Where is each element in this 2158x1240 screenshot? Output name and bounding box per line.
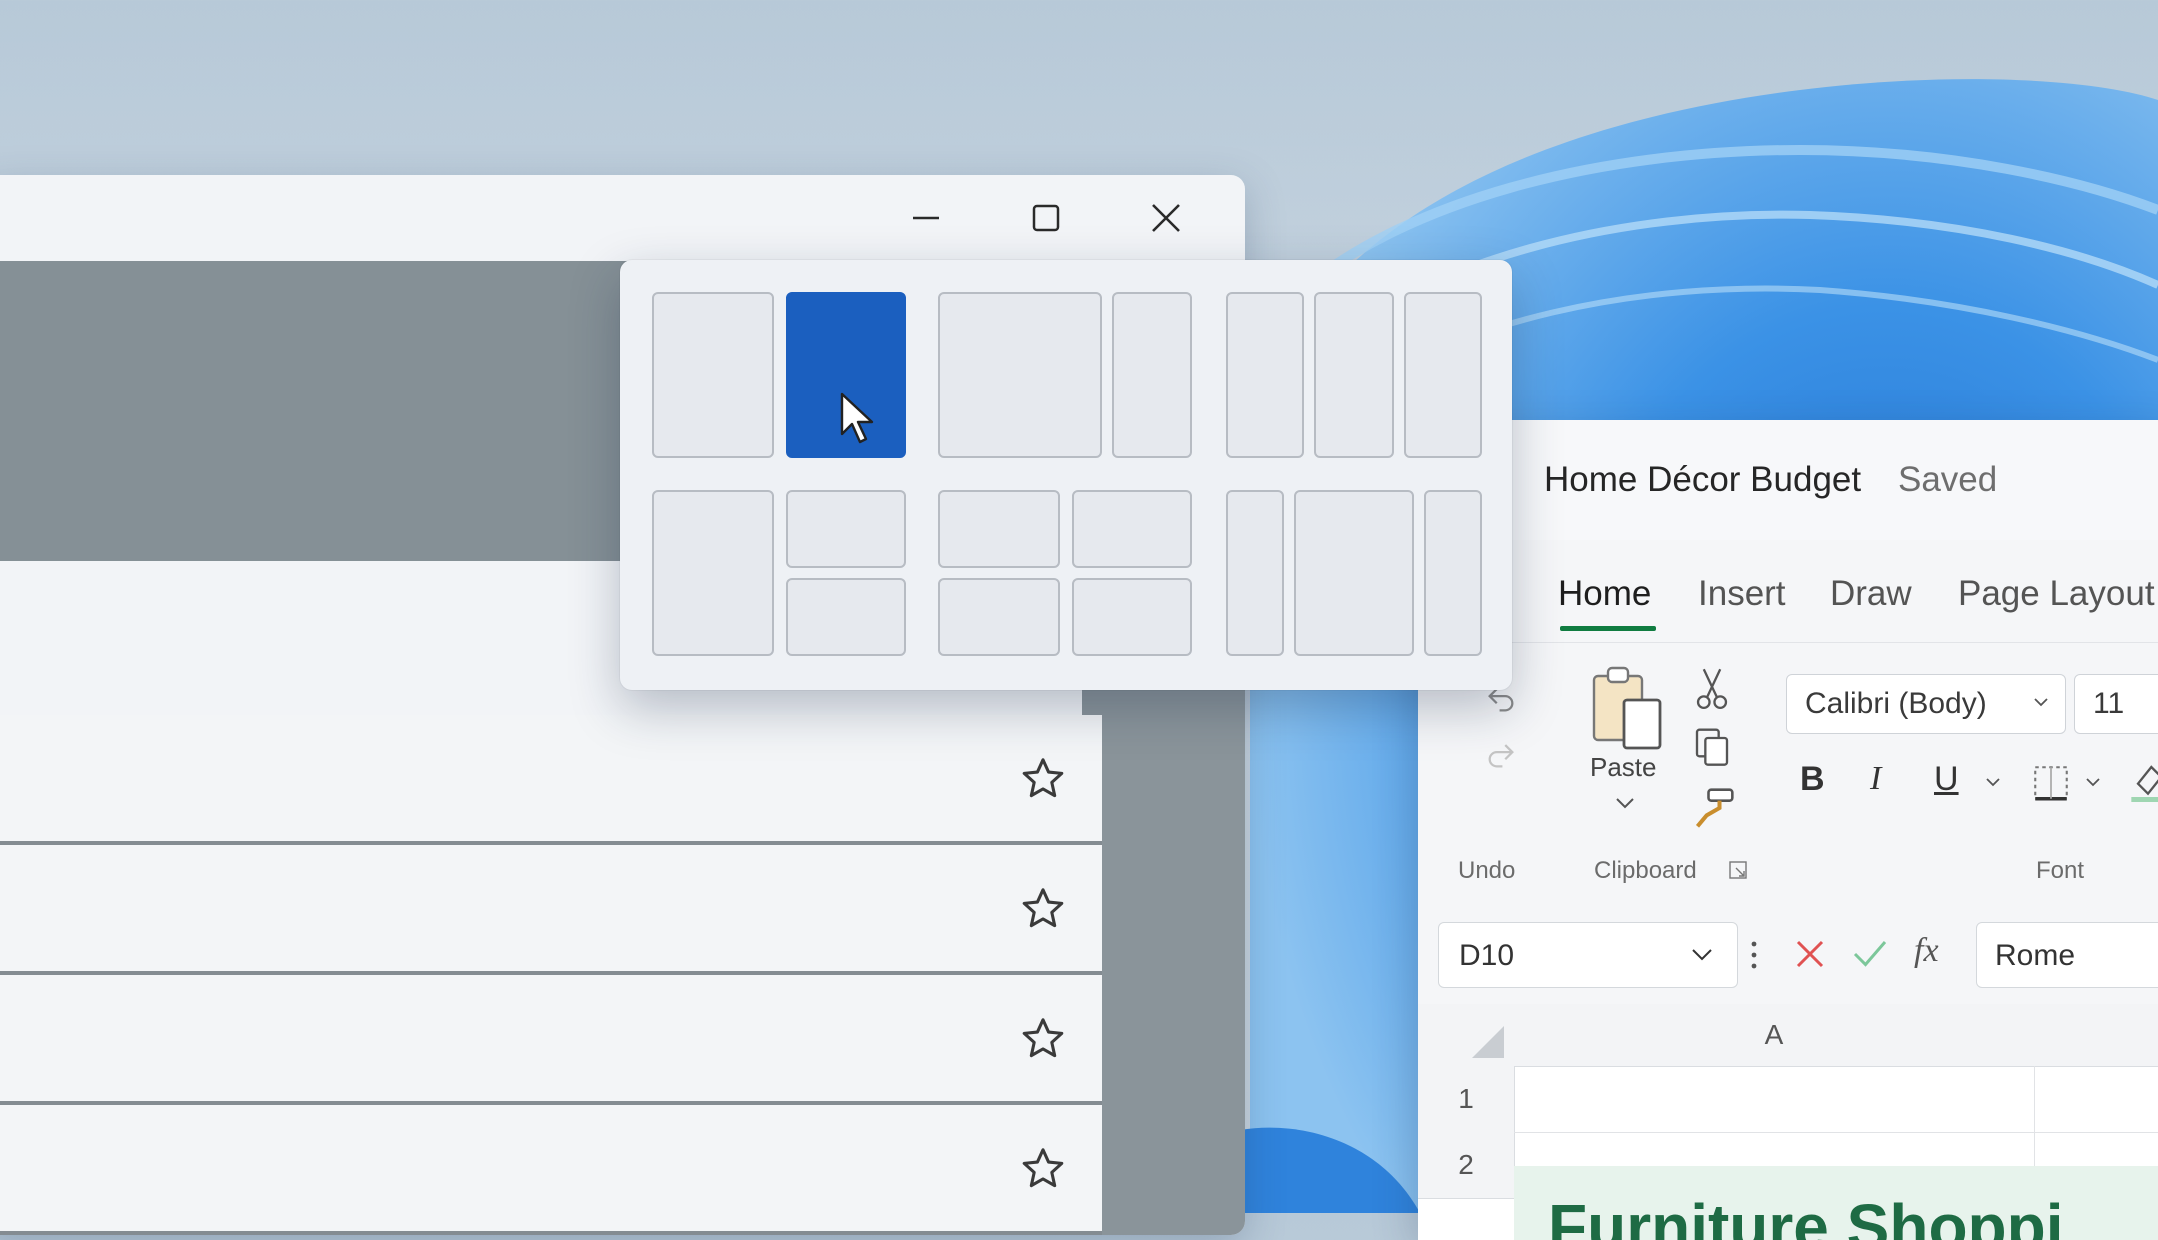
snap-zone-narrow-right[interactable] (1112, 292, 1192, 458)
undo-group-label: Undo (1458, 857, 1515, 885)
close-icon (1150, 202, 1182, 234)
snap-zone-top-right[interactable] (786, 490, 906, 568)
formula-input[interactable]: Rome (1976, 922, 2158, 988)
title-cell-text: Furniture Shoppi (1548, 1190, 2064, 1240)
formula-value: Rome (1995, 939, 2075, 972)
snap-zone-narrow-left[interactable] (1226, 490, 1284, 656)
redo-icon[interactable] (1484, 738, 1518, 772)
snap-zone-narrow-right-2[interactable] (1424, 490, 1482, 656)
tab-draw[interactable]: Draw (1830, 574, 1912, 614)
maximize-button[interactable] (986, 175, 1106, 261)
borders-icon[interactable] (2030, 762, 2072, 804)
tab-home[interactable]: Home (1558, 574, 1651, 614)
cut-icon[interactable] (1692, 666, 1732, 712)
snap-zone-right-highlighted[interactable] (786, 292, 906, 458)
close-button[interactable] (1106, 175, 1226, 261)
paste-icon[interactable] (1588, 664, 1668, 756)
select-all-corner[interactable] (1418, 1004, 1515, 1067)
snap-zone-quad-tr[interactable] (1072, 490, 1192, 568)
grid-line (1514, 1132, 2158, 1133)
font-group-label: Font (2036, 857, 2084, 885)
active-tab-indicator (1560, 626, 1656, 631)
chevron-down-icon[interactable] (2084, 776, 2102, 790)
cancel-icon[interactable] (1792, 936, 1828, 972)
snap-zone-left-tall[interactable] (652, 490, 774, 656)
chevron-down-icon[interactable] (1984, 776, 2002, 790)
minimize-button[interactable] (866, 175, 986, 261)
tab-page-layout[interactable]: Page Layout (1958, 574, 2155, 614)
star-icon[interactable] (1020, 755, 1066, 801)
font-size-value: 11 (2093, 687, 2124, 720)
snap-layouts-flyout (620, 260, 1512, 690)
chevron-down-icon[interactable] (2032, 696, 2050, 710)
font-name-value: Calibri (Body) (1805, 687, 1987, 720)
list-item[interactable] (0, 845, 1102, 975)
list-item[interactable] (0, 1105, 1102, 1235)
snap-zone-left[interactable] (652, 292, 774, 458)
dialog-launcher-icon[interactable] (1728, 860, 1748, 880)
more-options-icon[interactable] (1748, 938, 1760, 972)
mouse-cursor-icon (838, 390, 878, 446)
chevron-down-icon[interactable] (1614, 796, 1636, 810)
insert-function-icon[interactable]: fx (1914, 932, 1939, 970)
maximize-icon (1031, 203, 1061, 233)
clipboard-group-label: Clipboard (1594, 857, 1697, 885)
font-size-dropdown[interactable]: 11 (2074, 674, 2158, 734)
column-header-a[interactable]: A (1514, 1004, 2035, 1067)
grid-line (2034, 1066, 2035, 1166)
underline-button[interactable]: U (1934, 760, 1959, 799)
row-header-2[interactable]: 2 (1418, 1132, 1515, 1199)
star-icon[interactable] (1020, 1145, 1066, 1191)
snap-zone-quad-tl[interactable] (938, 490, 1060, 568)
fill-color-icon[interactable] (2128, 760, 2158, 804)
snap-zone-col-3[interactable] (1404, 292, 1482, 458)
document-title: Home Décor Budget (1544, 460, 1861, 500)
star-icon[interactable] (1020, 885, 1066, 931)
column-header-b[interactable] (2034, 1004, 2158, 1067)
snap-zone-col-1[interactable] (1226, 292, 1304, 458)
list-item[interactable] (0, 715, 1102, 845)
enter-check-icon[interactable] (1850, 936, 1890, 972)
list-item[interactable] (0, 975, 1102, 1105)
snap-zone-quad-bl[interactable] (938, 578, 1060, 656)
minimize-icon (911, 203, 941, 233)
row-header-1[interactable]: 1 (1418, 1066, 1515, 1133)
snap-zone-col-2[interactable] (1314, 292, 1394, 458)
name-box-value: D10 (1459, 939, 1514, 972)
snap-zone-quad-br[interactable] (1072, 578, 1192, 656)
bold-button[interactable]: B (1800, 760, 1825, 799)
font-name-dropdown[interactable]: Calibri (Body) (1786, 674, 2066, 734)
star-icon[interactable] (1020, 1015, 1066, 1061)
format-painter-icon[interactable] (1692, 786, 1736, 830)
paste-label[interactable]: Paste (1590, 752, 1657, 783)
chevron-down-icon[interactable] (1690, 946, 1714, 964)
snap-zone-bottom-right[interactable] (786, 578, 906, 656)
select-all-icon (1470, 1024, 1506, 1060)
copy-icon[interactable] (1692, 726, 1732, 770)
snap-zone-wide-left[interactable] (938, 292, 1102, 458)
italic-button[interactable]: I (1870, 760, 1881, 798)
tab-insert[interactable]: Insert (1698, 574, 1786, 614)
snap-zone-wide-center[interactable] (1294, 490, 1414, 656)
excel-window: Home Décor Budget Saved Home Insert Draw… (1418, 420, 2158, 1240)
save-status: Saved (1898, 460, 1997, 500)
